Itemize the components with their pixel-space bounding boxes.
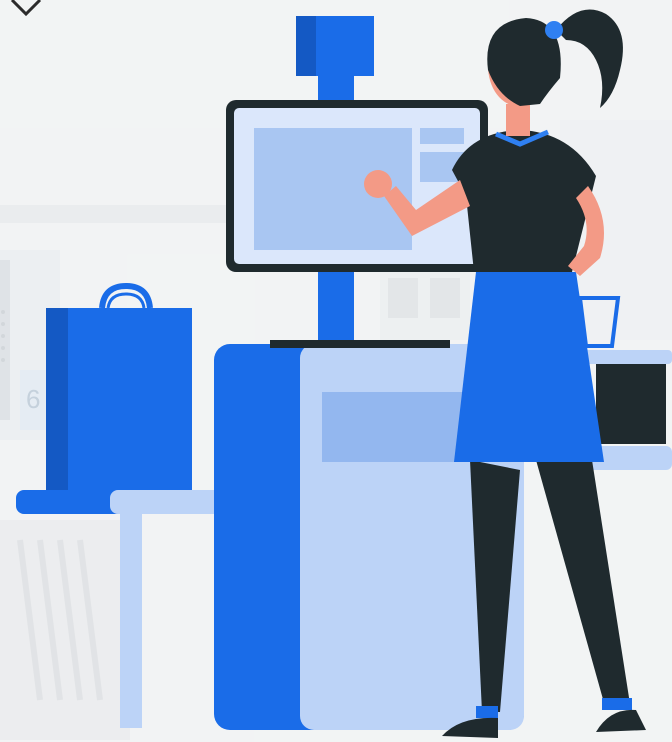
background-digit: 6 xyxy=(26,384,40,414)
checkout-illustration: 6 xyxy=(0,0,672,742)
kiosk-screen xyxy=(226,100,488,272)
shopping-bag xyxy=(46,282,192,494)
illustration-scene: 6 xyxy=(0,0,672,742)
kiosk-stand xyxy=(318,272,354,344)
hair-tie-icon xyxy=(545,21,563,39)
